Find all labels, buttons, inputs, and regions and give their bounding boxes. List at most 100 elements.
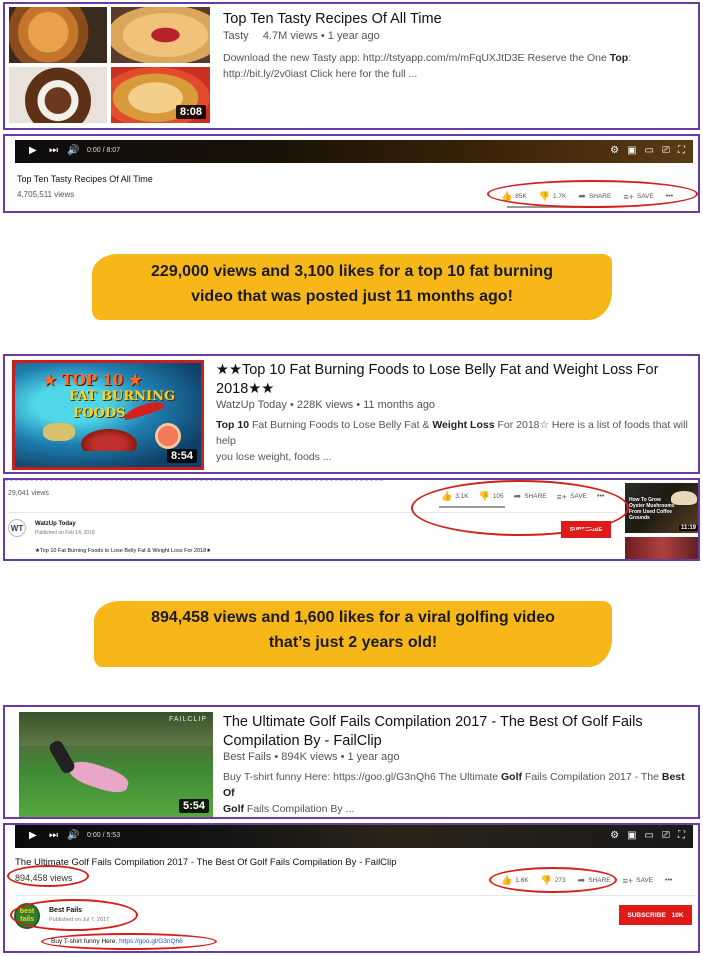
thumbnail-text: FOODS: [73, 406, 126, 421]
fullscreen-icon[interactable]: ⛶: [678, 145, 685, 156]
view-count: 4,705,511 views: [17, 190, 75, 199]
time-display: 0:00 / 8:07: [87, 147, 121, 154]
banner-line: video that was posted just 11 months ago…: [191, 288, 513, 305]
video-meta: Best Fails • 894K views • 1 year ago: [223, 751, 400, 763]
desc-text: you lose weight, foods ...: [216, 451, 332, 463]
desc-text: Buy T-shirt funny Here: https://goo.gl/G…: [223, 771, 501, 783]
video-thumbnail[interactable]: ★ TOP 10 ★ FAT BURNING FOODS 8:54: [12, 360, 204, 470]
desc-text: :: [628, 52, 632, 64]
play-icon[interactable]: ▶: [29, 145, 37, 156]
desc-bold: Golf: [501, 771, 522, 783]
title-line: Compilation By - FailClip: [223, 733, 382, 749]
title-line: ★★Top 10 Fat Burning Foods to Lose Belly…: [216, 362, 659, 378]
video-player-tasty[interactable]: ▶ ⏭ 🔊 0:00 / 8:07 ⚙ ▣ ▭ ⎚ ⛶ Top Ten Tast…: [3, 134, 700, 213]
player-controls[interactable]: ▶ ⏭ 🔊 0:00 / 5:53 ⚙ ▣ ▭ ⎚ ⛶: [15, 825, 693, 848]
title-line: The Ultimate Golf Fails Compilation 2017…: [223, 714, 643, 730]
video-thumbnail[interactable]: FAILCLIP 5:54: [19, 712, 213, 817]
related-video-text: How To Grow Oyster Mushrooms From Used C…: [629, 497, 675, 521]
save-label: SAVE: [636, 877, 653, 884]
ginger-image: [43, 423, 75, 441]
publish-date: Published on Feb 14, 2018: [35, 530, 95, 536]
theater-icon[interactable]: ▭: [645, 145, 654, 156]
channel-name[interactable]: Tasty: [223, 30, 249, 42]
more-button[interactable]: •••: [665, 877, 672, 884]
channel-name[interactable]: WatzUp Today: [35, 521, 76, 527]
next-icon[interactable]: ⏭: [49, 145, 58, 156]
time-display: 0:00 / 5:53: [87, 832, 121, 839]
divider: [15, 895, 695, 896]
callout-banner: 894,458 views and 1,600 likes for a vira…: [94, 601, 612, 667]
search-result-fat-burning[interactable]: ★ TOP 10 ★ FAT BURNING FOODS 8:54 ★★Top …: [3, 354, 700, 474]
highlight-oval: [10, 899, 138, 931]
desc-text: Fails Compilation 2017 - The: [522, 771, 662, 783]
highlight-oval: [41, 933, 217, 950]
subscribe-button[interactable]: SUBSCRIBE 10K: [619, 905, 692, 925]
desc-bold: Top: [609, 52, 629, 64]
video-description: Buy T-shirt funny Here: https://goo.gl/G…: [223, 769, 695, 817]
related-video-thumbnail[interactable]: [625, 537, 698, 559]
player-controls[interactable]: ▶ ⏭ 🔊 0:00 / 8:07 ⚙ ▣ ▭ ⎚ ⛶: [15, 140, 693, 163]
title-line: 2018★★: [216, 381, 275, 397]
video-duration: 5:54: [178, 799, 209, 813]
view-count: 29,041 views: [8, 490, 49, 497]
settings-icon[interactable]: ⚙: [610, 830, 619, 841]
banner-line: that’s just 2 years old!: [268, 634, 438, 651]
video-meta: WatzUp Today • 228K views • 11 months ag…: [216, 399, 436, 411]
cropped-title-strip: [5, 480, 385, 481]
video-title: Top Ten Tasty Recipes Of All Time: [17, 174, 153, 184]
volume-icon[interactable]: 🔊: [67, 830, 79, 841]
desc-bold: Weight Loss: [432, 419, 495, 431]
next-icon[interactable]: ⏭: [49, 830, 58, 841]
video-thumbnail[interactable]: 8:08: [9, 7, 210, 123]
theater-icon[interactable]: ▭: [645, 830, 654, 841]
banner-line: 229,000 views and 3,100 likes for a top …: [151, 263, 553, 280]
highlight-oval: [411, 480, 629, 536]
subscriber-count: 10K: [671, 911, 684, 919]
play-icon[interactable]: ▶: [29, 830, 37, 841]
thumbnail-tile: [9, 67, 107, 123]
video-duration: 8:08: [175, 105, 206, 119]
miniplayer-icon[interactable]: ▣: [627, 145, 636, 156]
video-description: Download the new Tasty app: http://tstya…: [223, 50, 693, 82]
video-duration: 11:19: [678, 525, 698, 531]
thumbnail-tile: [111, 7, 210, 63]
channel-avatar[interactable]: WT: [8, 519, 26, 537]
golfer-image: [67, 757, 131, 797]
desc-text: Fails Compilation By ...: [244, 803, 355, 815]
video-description: Top 10 Fat Burning Foods to Lose Belly F…: [216, 417, 696, 465]
video-title[interactable]: ★★Top 10 Fat Burning Foods to Lose Belly…: [216, 361, 658, 399]
player-right-controls: ⚙ ▣ ▭ ⎚ ⛶: [610, 145, 685, 156]
cast-icon[interactable]: ⎚: [662, 145, 670, 156]
cast-icon[interactable]: ⎚: [662, 830, 670, 841]
spice-pile-image: [81, 429, 137, 451]
banner-line: 894,458 views and 1,600 likes for a vira…: [151, 609, 555, 626]
desc-bold: Golf: [223, 803, 244, 815]
highlight-oval: [7, 865, 89, 887]
fullscreen-icon[interactable]: ⛶: [678, 830, 685, 841]
video-description: ★Top 10 Fat Burning Foods to Lose Belly …: [35, 548, 212, 554]
video-page-fat-burning[interactable]: 29,041 views 👍 3.1K 👎 105 ➦ SHARE ≡+ SAVE ••…: [3, 478, 700, 561]
volume-icon[interactable]: 🔊: [67, 145, 79, 156]
save-button[interactable]: ≡+ SAVE: [623, 876, 653, 886]
thumbnail-watermark: FAILCLIP: [169, 716, 207, 723]
thumbnail-tile: [9, 7, 107, 63]
subscribe-label: SUBSCRIBE: [627, 911, 666, 919]
grapefruit-image: [155, 423, 181, 449]
desc-text: Fat Burning Foods to Lose Belly Fat &: [249, 419, 433, 431]
avatar-initials: WT: [10, 523, 24, 533]
video-duration: 8:54: [166, 449, 197, 463]
settings-icon[interactable]: ⚙: [610, 145, 619, 156]
playlist-add-icon: ≡+: [622, 875, 634, 886]
video-title[interactable]: The Ultimate Golf Fails Compilation 2017…: [223, 713, 643, 751]
highlight-oval: [489, 867, 617, 893]
video-title[interactable]: Top Ten Tasty Recipes Of All Time: [223, 10, 442, 29]
related-video-thumbnail[interactable]: How To Grow Oyster Mushrooms From Used C…: [625, 483, 698, 533]
miniplayer-icon[interactable]: ▣: [627, 830, 636, 841]
search-result-golf-fails[interactable]: FAILCLIP 5:54 The Ultimate Golf Fails Co…: [3, 705, 700, 819]
desc-text: Download the new Tasty app: http://tstya…: [223, 52, 610, 64]
video-page-golf-fails[interactable]: ▶ ⏭ 🔊 0:00 / 5:53 ⚙ ▣ ▭ ⎚ ⛶ The Ultimate…: [3, 823, 700, 953]
desc-text: http://bit.ly/2v0iast Click here for the…: [223, 68, 418, 80]
highlight-oval: [487, 180, 698, 208]
desc-bold: Top 10: [216, 419, 250, 431]
search-result-tasty[interactable]: 8:08 Top Ten Tasty Recipes Of All Time T…: [3, 2, 700, 130]
